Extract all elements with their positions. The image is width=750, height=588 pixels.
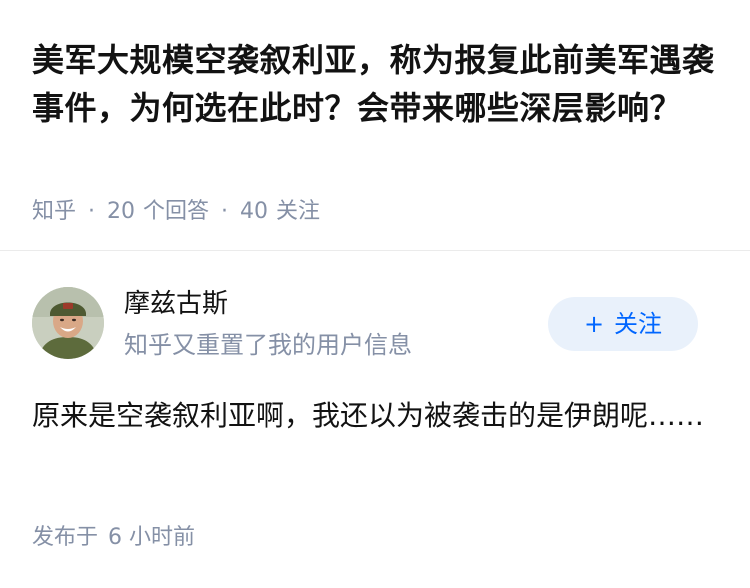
- answer-content[interactable]: 原来是空袭叙利亚啊，我还以为被袭击的是伊朗呢……: [32, 392, 712, 440]
- author-bio: 知乎又重置了我的用户信息: [124, 331, 412, 359]
- answer-count-label[interactable]: 个回答: [143, 199, 209, 224]
- site-name[interactable]: 知乎: [32, 199, 76, 224]
- posted-time: 6 小时前: [108, 525, 196, 550]
- answer-count[interactable]: 20: [107, 199, 135, 224]
- answer-timestamp: 发布于 6 小时前: [32, 522, 195, 554]
- posted-prefix: 发布于: [32, 525, 99, 550]
- question-header: 美军大规模空袭叙利亚，称为报复此前美军遇袭事件，为何选在此时？会带来哪些深层影响…: [32, 36, 722, 132]
- question-title[interactable]: 美军大规模空袭叙利亚，称为报复此前美军遇袭事件，为何选在此时？会带来哪些深层影响…: [32, 36, 722, 132]
- follower-count[interactable]: 40: [240, 199, 268, 224]
- plus-icon: +: [583, 310, 605, 338]
- meta-separator: ·: [221, 199, 229, 224]
- follower-count-label[interactable]: 关注: [276, 199, 320, 224]
- question-meta: 知乎 · 20 个回答 · 40 关注: [32, 196, 320, 228]
- section-divider: [0, 250, 750, 251]
- follow-button[interactable]: + 关注: [548, 297, 698, 351]
- meta-separator: ·: [88, 199, 96, 224]
- follow-button-label: 关注: [614, 310, 663, 338]
- author-avatar[interactable]: [32, 287, 104, 359]
- user-avatar-photo-icon: [32, 287, 104, 359]
- author-name[interactable]: 摩兹古斯: [124, 285, 228, 323]
